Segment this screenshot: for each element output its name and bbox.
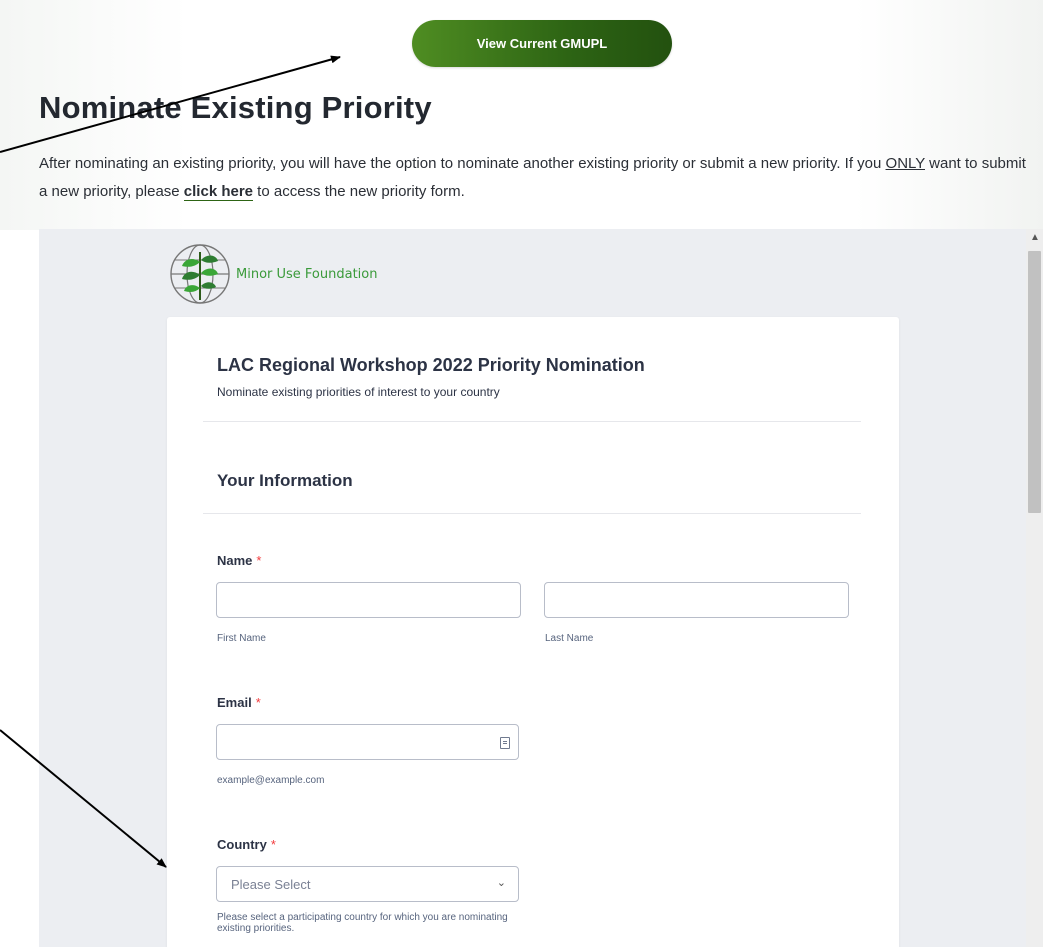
name-label-text: Name — [217, 553, 253, 568]
form-title: LAC Regional Workshop 2022 Priority Nomi… — [217, 355, 645, 375]
embedded-form-frame: Minor Use Foundation LAC Regional Worksh… — [39, 229, 1043, 947]
scroll-up-icon[interactable]: ▲ — [1030, 233, 1040, 243]
form-subtitle: Nominate existing priorities of interest… — [217, 385, 500, 399]
last-name-input[interactable] — [544, 582, 849, 618]
required-mark: * — [255, 695, 261, 710]
email-label: Email * — [217, 695, 261, 710]
form-scrollbar[interactable]: ▲ — [1026, 229, 1043, 947]
leaf-globe-logo-icon — [170, 244, 230, 304]
intro-text: After nominating an existing priority, y… — [39, 150, 1029, 206]
org-name: Minor Use Foundation — [236, 266, 378, 282]
scroll-thumb[interactable] — [1028, 251, 1041, 513]
required-mark: * — [270, 837, 276, 852]
required-mark: * — [256, 553, 262, 568]
first-name-sublabel: First Name — [217, 633, 266, 644]
last-name-sublabel: Last Name — [545, 633, 594, 644]
intro-text-part3: to access the new priority form. — [253, 183, 465, 200]
intro-only-text: ONLY — [885, 155, 925, 172]
email-input[interactable] — [216, 724, 519, 760]
org-logo: Minor Use Foundation — [168, 239, 377, 309]
email-sublabel: example@example.com — [217, 775, 325, 786]
country-help-text: Please select a participating country fo… — [217, 912, 508, 934]
intro-text-part1: After nominating an existing priority, y… — [39, 155, 886, 172]
email-label-text: Email — [217, 695, 252, 710]
form-card: LAC Regional Workshop 2022 Priority Nomi… — [167, 317, 899, 947]
section-title: Your Information — [217, 471, 353, 490]
first-name-input[interactable] — [216, 582, 521, 618]
email-card-icon — [500, 737, 510, 749]
country-label-text: Country — [217, 837, 267, 852]
country-label: Country * — [217, 837, 276, 852]
country-select[interactable]: Please Select ⌄ — [216, 866, 519, 902]
new-priority-form-link[interactable]: click here — [183, 183, 254, 201]
country-selected-value: Please Select — [231, 877, 311, 892]
view-current-gmupl-button[interactable]: View Current GMUPL — [412, 20, 672, 67]
section-divider — [203, 513, 861, 514]
name-label: Name * — [217, 553, 261, 568]
page-title: Nominate Existing Priority — [39, 90, 432, 125]
header-divider — [203, 421, 861, 422]
chevron-down-icon: ⌄ — [496, 877, 506, 889]
